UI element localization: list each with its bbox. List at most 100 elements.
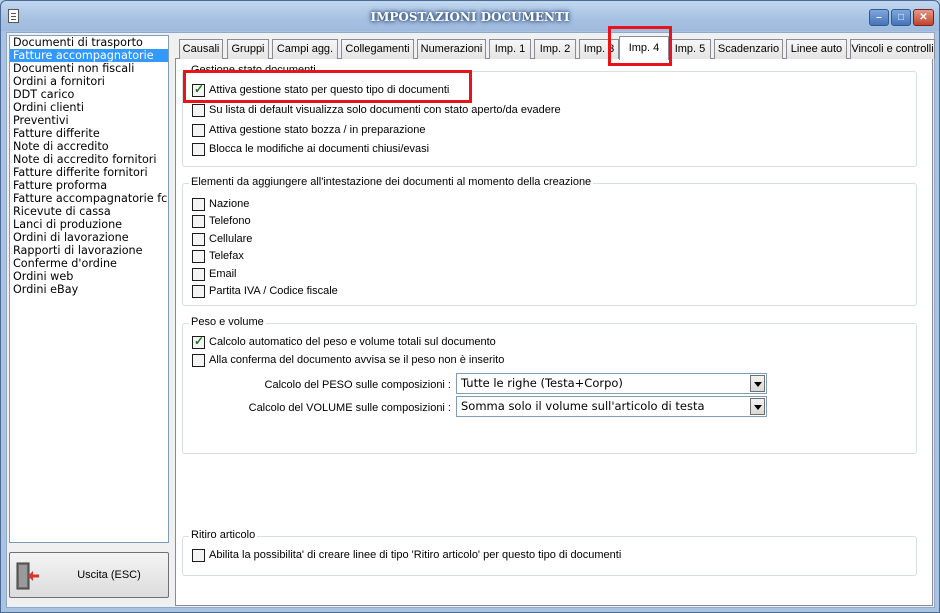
list-item[interactable]: Ordini a fornitori: [10, 75, 168, 88]
list-item[interactable]: Ordini clienti: [10, 101, 168, 114]
list-item[interactable]: Fatture differite fornitori: [10, 166, 168, 179]
tab-imp-5[interactable]: Imp. 5: [669, 39, 711, 59]
checkbox-label: Attiva gestione stato bozza / in prepara…: [209, 124, 426, 136]
checkbox-email[interactable]: Email: [192, 268, 312, 282]
tab-scadenzario[interactable]: Scadenzario: [714, 39, 783, 59]
window-title: IMPOSTAZIONI DOCUMENTI: [370, 10, 570, 24]
volume-composizioni-label: Calcolo del VOLUME sulle composizioni :: [248, 402, 451, 414]
list-item[interactable]: Preventivi: [10, 114, 168, 127]
checkbox-box[interactable]: [192, 198, 205, 211]
maximize-button[interactable]: □: [891, 9, 911, 26]
list-item[interactable]: Ordini di lavorazione: [10, 231, 168, 244]
exit-door-icon: [16, 562, 39, 590]
document-type-list[interactable]: Documenti di trasporto Fatture accompagn…: [9, 35, 169, 543]
checkbox-nazione[interactable]: Nazione: [192, 198, 312, 212]
exit-button[interactable]: Uscita (ESC): [9, 552, 169, 598]
checkbox-box[interactable]: [192, 285, 205, 298]
checkbox-box[interactable]: [192, 250, 205, 263]
checkbox-stato-bozza[interactable]: Attiva gestione stato bozza / in prepara…: [192, 124, 452, 138]
checkbox-box[interactable]: [192, 268, 205, 281]
list-item[interactable]: Ordini web: [10, 270, 168, 283]
list-item-selected[interactable]: Fatture accompagnatorie: [10, 49, 168, 62]
tab-gruppi[interactable]: Gruppi: [227, 39, 269, 59]
tab-imp-3[interactable]: Imp. 3: [579, 39, 619, 59]
checkbox-label: Attiva gestione stato per questo tipo di…: [209, 84, 450, 96]
list-item[interactable]: Fatture proforma: [10, 179, 168, 192]
minimize-button[interactable]: –: [869, 9, 889, 26]
checkbox-box[interactable]: [192, 104, 205, 117]
checkbox-label: Alla conferma del documento avvisa se il…: [209, 354, 505, 366]
tab-bar: Causali Gruppi Campi agg. Collegamenti N…: [175, 36, 935, 60]
checkbox-cellulare[interactable]: Cellulare: [192, 233, 312, 247]
group-title: Elementi da aggiungere all'intestazione …: [189, 176, 594, 188]
list-item[interactable]: Fatture accompagnatorie fc: [10, 192, 168, 205]
checkbox-attiva-gestione-stato[interactable]: Attiva gestione stato per questo tipo di…: [192, 83, 472, 98]
peso-composizioni-label: Calcolo del PESO sulle composizioni :: [264, 379, 451, 391]
checkbox-lista-default-aperti[interactable]: Su lista di default visualizza solo docu…: [192, 104, 572, 118]
checkbox-label: Telefax: [209, 250, 244, 262]
select-value: Somma solo il volume sull'articolo di te…: [461, 399, 705, 413]
tab-imp-2[interactable]: Imp. 2: [534, 39, 576, 59]
checkbox-box[interactable]: [192, 83, 205, 97]
group-title: Ritiro articolo: [189, 529, 258, 541]
list-item[interactable]: Documenti di trasporto: [10, 36, 168, 49]
list-item[interactable]: DDT carico: [10, 88, 168, 101]
group-stato-documenti: Gestione stato documenti Attiva gestione…: [182, 64, 917, 167]
list-item[interactable]: Ricevute di cassa: [10, 205, 168, 218]
tab-imp-4[interactable]: Imp. 4: [619, 36, 669, 60]
tab-collegamenti[interactable]: Collegamenti: [341, 39, 414, 59]
checkbox-ritiro-articolo[interactable]: Abilita la possibilita' di creare linee …: [192, 549, 632, 563]
list-item[interactable]: Fatture differite: [10, 127, 168, 140]
volume-composizioni-select[interactable]: Somma solo il volume sull'articolo di te…: [456, 396, 767, 417]
select-value: Tutte le righe (Testa+Corpo): [461, 376, 623, 390]
group-peso-volume: Peso e volume Calcolo automatico del pes…: [182, 316, 917, 454]
checkbox-box[interactable]: [192, 354, 205, 367]
checkbox-box[interactable]: [192, 233, 205, 246]
checkbox-label: Telefono: [209, 215, 251, 227]
tab-campi-agg[interactable]: Campi agg.: [272, 39, 338, 59]
checkbox-box[interactable]: [192, 549, 205, 562]
checkbox-blocca-modifiche[interactable]: Blocca le modifiche ai documenti chiusi/…: [192, 143, 452, 157]
title-bar[interactable]: IMPOSTAZIONI DOCUMENTI – □ ✕: [1, 1, 939, 31]
checkbox-label: Abilita la possibilita' di creare linee …: [209, 549, 622, 561]
checkbox-label: Blocca le modifiche ai documenti chiusi/…: [209, 143, 430, 155]
checkbox-telefax[interactable]: Telefax: [192, 250, 312, 264]
tab-vincoli-e-controlli[interactable]: Vincoli e controlli: [850, 39, 935, 59]
checkbox-label: Email: [209, 268, 237, 280]
close-button[interactable]: ✕: [913, 9, 934, 26]
group-ritiro-articolo: Ritiro articolo Abilita la possibilita' …: [182, 529, 917, 576]
list-item[interactable]: Documenti non fiscali: [10, 62, 168, 75]
list-item[interactable]: Note di accredito fornitori: [10, 153, 168, 166]
tab-causali[interactable]: Causali: [179, 39, 223, 59]
chevron-down-icon[interactable]: [750, 375, 765, 392]
checkbox-partita-iva[interactable]: Partita IVA / Codice fiscale: [192, 285, 392, 299]
checkbox-label: Cellulare: [209, 233, 253, 245]
peso-composizioni-select[interactable]: Tutte le righe (Testa+Corpo): [456, 373, 767, 394]
list-item[interactable]: Ordini eBay: [10, 283, 168, 296]
checkbox-label: Partita IVA / Codice fiscale: [209, 285, 338, 297]
checkbox-label: Su lista di default visualizza solo docu…: [209, 104, 561, 116]
tab-numerazioni[interactable]: Numerazioni: [417, 39, 486, 59]
checkbox-calcolo-automatico-peso[interactable]: Calcolo automatico del peso e volume tot…: [192, 335, 552, 350]
group-title: Gestione stato documenti: [189, 64, 318, 76]
group-elementi-intestazione: Elementi da aggiungere all'intestazione …: [182, 176, 917, 306]
list-item[interactable]: Conferme d'ordine: [10, 257, 168, 270]
checkbox-telefono[interactable]: Telefono: [192, 215, 312, 229]
chevron-down-icon[interactable]: [750, 398, 765, 415]
list-item[interactable]: Rapporti di lavorazione: [10, 244, 168, 257]
checkbox-label: Calcolo automatico del peso e volume tot…: [209, 336, 496, 348]
settings-window: IMPOSTAZIONI DOCUMENTI – □ ✕ Documenti d…: [0, 0, 940, 613]
window-client-area: Documenti di trasporto Fatture accompagn…: [6, 32, 935, 608]
tab-linee-auto[interactable]: Linee auto: [786, 39, 847, 59]
checkbox-avvisa-peso[interactable]: Alla conferma del documento avvisa se il…: [192, 354, 552, 368]
exit-button-label: Uscita (ESC): [77, 569, 141, 581]
checkbox-box[interactable]: [192, 124, 205, 137]
checkbox-label: Nazione: [209, 198, 250, 210]
list-item[interactable]: Lanci di produzione: [10, 218, 168, 231]
tab-imp-1[interactable]: Imp. 1: [489, 39, 531, 59]
checkbox-box[interactable]: [192, 143, 205, 156]
group-title: Peso e volume: [189, 316, 266, 328]
checkbox-box[interactable]: [192, 215, 205, 228]
list-item[interactable]: Note di accredito: [10, 140, 168, 153]
checkbox-box[interactable]: [192, 335, 205, 349]
